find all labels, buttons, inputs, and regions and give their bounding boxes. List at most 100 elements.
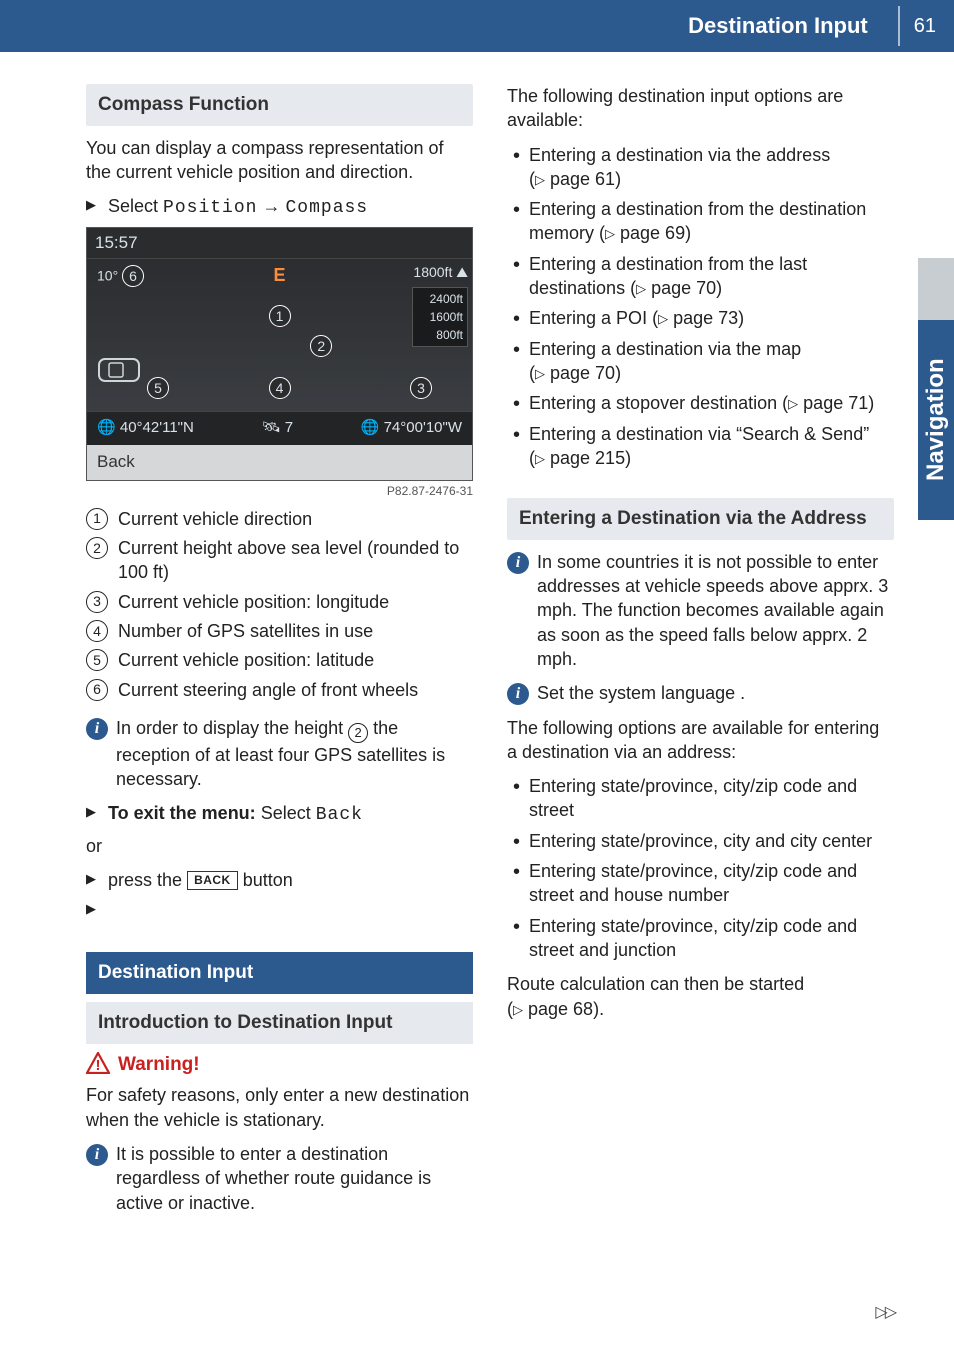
exit-back-mono: Back — [316, 805, 363, 825]
triangle-icon: ▷ — [513, 1002, 523, 1017]
options-item: Entering a destination via the address (… — [507, 143, 894, 192]
info-dest-note: i It is possible to enter a destination … — [86, 1142, 473, 1215]
menu-compass: Compass — [286, 198, 369, 218]
legend-text-2: Current height above sea level (rounded … — [118, 538, 459, 582]
callout-1-icon: 1 — [269, 305, 291, 327]
legend-5: 5 Current vehicle position: latitude — [86, 648, 473, 672]
altitude-scale: 2400ft 1600ft 800ft — [412, 287, 468, 347]
legend-2: 2Current height above sea level (rounded… — [86, 536, 473, 585]
legend-num-5: 5 — [86, 649, 108, 671]
options-item: Entering a stopover destination (▷ page … — [507, 391, 894, 415]
lat-text: 40°42'11"N — [120, 419, 194, 436]
legend-num-4: 4 — [86, 620, 108, 642]
screenshot-time: 15:57 — [87, 228, 472, 260]
exit-bold: To exit the menu: — [108, 803, 256, 823]
or-text: or — [86, 834, 473, 858]
options-item: Entering a destination via the map (▷ pa… — [507, 337, 894, 386]
legend-1: 1 Current vehicle direction — [86, 507, 473, 531]
back-key: BACK — [187, 871, 238, 890]
compass-screenshot: 15:57 10° 6 E 1800ft ⛰ 2400ft 1600ft 800… — [86, 227, 473, 481]
alt-1600: 1600ft — [417, 308, 463, 326]
select-word: Select — [108, 196, 158, 216]
info-height-pre: In order to display the height — [116, 718, 348, 738]
options-list: Entering a destination via the address (… — [507, 143, 894, 471]
options-item: Entering a POI (▷ page 73) — [507, 306, 894, 330]
route-calc-pre: Route calculation can then be started — [507, 974, 804, 994]
addr-intro: The following options are available for … — [507, 716, 894, 765]
callout-5-icon: 5 — [147, 377, 169, 399]
callout-4-icon: 4 — [269, 377, 291, 399]
warning-text: For safety reasons, only enter a new des… — [86, 1083, 473, 1132]
legend-num-1: 1 — [86, 508, 108, 530]
page-number: 61 — [914, 13, 936, 40]
direction-letter: E — [273, 263, 285, 287]
press-back-step: press the BACK button — [86, 868, 473, 892]
callout-2-icon: 2 — [310, 335, 332, 357]
satellite-count: 🛰 7 — [262, 418, 294, 438]
addr-options-item: Entering state/province, city/zip code a… — [507, 914, 894, 963]
callout-6-icon: 6 — [122, 265, 144, 287]
warning-heading: ! Warning! — [86, 1052, 473, 1078]
callout-3-icon: 3 — [410, 377, 432, 399]
car-icon — [95, 351, 147, 391]
altitude-top: 1800ft ⛰ — [413, 263, 468, 282]
options-item: Entering a destination from the destinat… — [507, 197, 894, 246]
info-icon: i — [86, 718, 108, 740]
altitude-top-value: 1800ft — [413, 264, 452, 280]
addr-options-item: Entering state/province, city/zip code a… — [507, 774, 894, 823]
legend-text-5: Current vehicle position: latitude — [118, 650, 374, 670]
latitude-value: 🌐 40°42'11"N — [97, 418, 194, 438]
left-column: Compass Function You can display a compa… — [86, 78, 473, 1225]
side-tab-navigation: Navigation — [918, 320, 954, 520]
page-body: Compass Function You can display a compa… — [86, 78, 894, 1225]
warning-label: Warning! — [118, 1054, 200, 1075]
longitude-value: 🌐 74°00'10"W — [361, 418, 462, 438]
menu-position: Position — [163, 198, 257, 218]
compass-heading: Compass Function — [86, 84, 473, 126]
right-column: The following destination input options … — [507, 78, 894, 1225]
addr-options-list: Entering state/province, city/zip code a… — [507, 774, 894, 962]
route-calc-page: 68 — [573, 999, 593, 1019]
sat-text: 7 — [285, 419, 293, 436]
header-title: Destination Input — [688, 11, 868, 41]
steering-angle-label: 10° 6 — [97, 265, 144, 287]
steering-angle-value: 10° — [97, 268, 118, 284]
compass-intro: You can display a compass representation… — [86, 136, 473, 185]
legend-text-6: Current steering angle of front wheels — [118, 680, 418, 700]
info-icon: i — [507, 683, 529, 705]
lon-text: 74°00'10"W — [384, 419, 462, 436]
alt-2400: 2400ft — [417, 290, 463, 308]
select-compass-step: Select Position → Compass — [86, 194, 473, 220]
info-speed-text: In some countries it is not possible to … — [537, 552, 888, 669]
info-lang-note: i Set the system language . — [507, 681, 894, 705]
info-lang-text: Set the system language . — [537, 683, 745, 703]
legend-num-3: 3 — [86, 591, 108, 613]
inline-callout-2: 2 — [348, 723, 368, 743]
legend-4: 4Number of GPS satellites in use — [86, 619, 473, 643]
route-calc-pageref: (▷ page 68). — [507, 999, 604, 1019]
image-id: P82.87-2476-31 — [86, 483, 473, 499]
warning-icon: ! — [86, 1052, 110, 1074]
screenshot-back: Back — [87, 445, 472, 480]
addr-options-item: Entering state/province, city and city c… — [507, 829, 894, 853]
exit-menu-step: To exit the menu: Select Back — [86, 801, 473, 827]
screenshot-coords: 🌐 40°42'11"N 🛰 7 🌐 74°00'10"W — [87, 411, 472, 444]
legend-num-6: 6 — [86, 679, 108, 701]
legend-text-3: Current vehicle position: longitude — [118, 592, 389, 612]
info-dest-text: It is possible to enter a destination re… — [116, 1144, 431, 1213]
enter-address-heading: Entering a Destination via the Address — [507, 498, 894, 540]
page-header: Destination Input 61 — [0, 0, 954, 52]
svg-text:!: ! — [96, 1057, 101, 1074]
press-the: press the — [108, 870, 182, 890]
intro-dest-input-heading: Introduction to Destination Input — [86, 1002, 473, 1044]
addr-options-item: Entering state/province, city/zip code a… — [507, 859, 894, 908]
legend-3: 3 Current vehicle position: longitude — [86, 590, 473, 614]
legend-6: 6 Current steering angle of front wheels — [86, 678, 473, 702]
side-tab-spacer — [918, 258, 954, 320]
options-item: Entering a destination from the last des… — [507, 252, 894, 301]
info-icon: i — [507, 552, 529, 574]
continue-icon: ▷▷ — [875, 1302, 894, 1324]
right-intro: The following destination input options … — [507, 84, 894, 133]
legend-text-1: Current vehicle direction — [118, 509, 312, 529]
compass-legend: 1 Current vehicle direction 2Current heig… — [86, 507, 473, 702]
